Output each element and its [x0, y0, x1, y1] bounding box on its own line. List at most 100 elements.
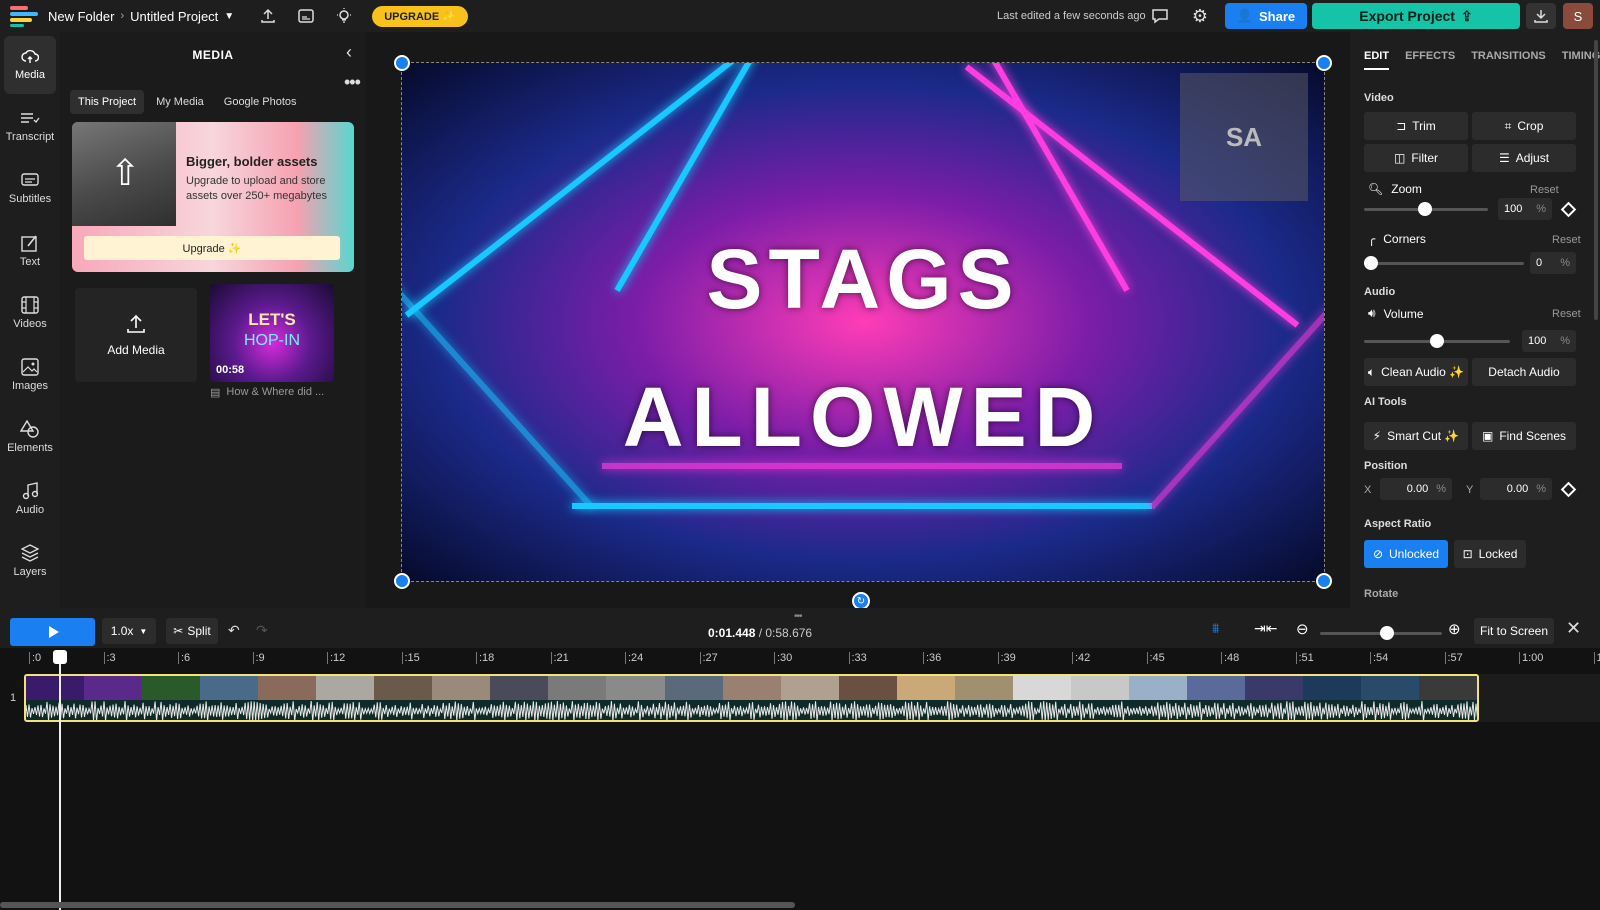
sidebar-item-images[interactable]: Images: [4, 346, 56, 404]
tab-transitions[interactable]: TRANSITIONS: [1471, 50, 1546, 70]
current-time: 0:01.448: [708, 626, 756, 640]
timeline-zoom-slider[interactable]: [1320, 626, 1442, 640]
sidebar-item-audio[interactable]: Audio: [4, 470, 56, 528]
add-media-button[interactable]: Add Media: [75, 288, 197, 382]
fit-timeline-icon[interactable]: ⇥⇤: [1254, 620, 1277, 637]
resize-handle-bottom-left[interactable]: [394, 573, 410, 589]
fit-to-screen-button[interactable]: Fit to Screen: [1474, 618, 1554, 644]
gear-icon[interactable]: ⚙: [1190, 6, 1210, 26]
breadcrumb-folder[interactable]: New Folder: [48, 9, 114, 24]
playhead[interactable]: [59, 650, 61, 910]
zoom-out-icon[interactable]: ⊖: [1296, 620, 1309, 638]
volume-reset[interactable]: Reset: [1552, 308, 1581, 320]
tab-this-project[interactable]: This Project: [70, 90, 145, 114]
corners-label: Corners: [1383, 232, 1426, 246]
tab-google-photos[interactable]: Google Photos: [216, 90, 305, 114]
project-name[interactable]: Untitled Project: [130, 9, 218, 24]
corners-value: 0: [1536, 257, 1543, 269]
crop-button[interactable]: ⌗ Crop: [1472, 112, 1576, 140]
subtitles-toggle-icon[interactable]: [296, 6, 316, 26]
lightbulb-icon[interactable]: [334, 6, 354, 26]
resize-handle-top-left[interactable]: [394, 55, 410, 71]
tab-edit[interactable]: EDIT: [1364, 50, 1390, 70]
corners-slider[interactable]: [1364, 256, 1524, 270]
chevron-down-icon[interactable]: ▼: [224, 11, 234, 22]
playhead-handle[interactable]: [53, 650, 67, 664]
app-logo[interactable]: [10, 6, 38, 27]
upgrade-button[interactable]: UPGRADE ✨: [372, 5, 468, 27]
avatar[interactable]: S: [1563, 3, 1593, 29]
collapse-panel-icon[interactable]: ‹: [346, 42, 352, 63]
detach-audio-button[interactable]: Detach Audio: [1472, 358, 1576, 386]
image-icon: [21, 358, 39, 376]
more-options-icon[interactable]: •••: [344, 72, 361, 93]
download-button[interactable]: [1526, 3, 1556, 29]
sidebar-item-layers[interactable]: Layers: [4, 532, 56, 590]
keyframe-icon[interactable]: [1560, 481, 1577, 498]
sidebar-item-text[interactable]: Text: [4, 222, 56, 280]
sidebar-item-media[interactable]: Media: [4, 36, 56, 94]
video-clip[interactable]: [24, 674, 1479, 722]
zoom-slider-knob[interactable]: [1418, 202, 1432, 216]
split-label: Split: [187, 624, 211, 638]
timeline-ruler[interactable]: :0:3:6:9:12:15:18:21:24:27:30:33:36:39:4…: [0, 648, 1600, 672]
unlocked-button[interactable]: ⊘ Unlocked: [1364, 540, 1448, 568]
media-thumbnail[interactable]: LET'S HOP-IN 00:58: [210, 284, 334, 382]
audio-waveform: [26, 700, 1477, 720]
corners-input[interactable]: 0%: [1530, 252, 1576, 274]
properties-scrollbar[interactable]: [1594, 40, 1598, 320]
zoom-reset[interactable]: Reset: [1530, 184, 1559, 196]
close-icon[interactable]: ✕: [1566, 618, 1581, 639]
corners-reset[interactable]: Reset: [1552, 234, 1581, 246]
video-preview[interactable]: SA STAGS ALLOWED: [401, 62, 1325, 582]
share-button[interactable]: 👤 Share: [1225, 3, 1307, 29]
sidebar-item-label: Transcript: [5, 131, 55, 143]
y-value: 0.00: [1506, 483, 1529, 495]
ruler-tick: :33: [848, 652, 867, 664]
timeline-zoom-knob[interactable]: [1380, 626, 1394, 640]
tab-my-media[interactable]: My Media: [148, 90, 212, 114]
zoom-input[interactable]: 100%: [1498, 198, 1552, 220]
comment-icon[interactable]: [1150, 6, 1170, 26]
split-button[interactable]: ✂ Split: [166, 618, 218, 644]
keyframe-icon[interactable]: [1560, 201, 1577, 218]
text-icon: [21, 235, 37, 252]
sidebar-item-videos[interactable]: Videos: [4, 284, 56, 342]
ruler-tick: :51: [1295, 652, 1314, 664]
smart-cut-button[interactable]: ⚡︎ Smart Cut ✨: [1364, 422, 1468, 450]
playback-speed-select[interactable]: 1.0x ▼: [102, 618, 156, 644]
redo-icon[interactable]: ↷: [256, 622, 268, 639]
position-y-input[interactable]: 0.00%: [1480, 478, 1552, 500]
adjust-button[interactable]: ☰ Adjust: [1472, 144, 1576, 172]
sliders-icon: ☰: [1498, 151, 1510, 165]
resize-grip-icon[interactable]: •••: [794, 611, 802, 622]
promo-upgrade-button[interactable]: Upgrade ✨: [84, 236, 340, 260]
locked-button[interactable]: ⊡ Locked: [1454, 540, 1526, 568]
export-project-button[interactable]: Export Project ⇪: [1312, 3, 1520, 29]
music-note-icon: [22, 482, 38, 500]
volume-input[interactable]: 100%: [1522, 330, 1576, 352]
zoom-in-icon[interactable]: ⊕: [1448, 620, 1461, 638]
zoom-slider[interactable]: [1364, 202, 1488, 216]
detach-audio-label: Detach Audio: [1488, 365, 1560, 379]
undo-icon[interactable]: ↶: [228, 622, 240, 639]
timeline-scrollbar[interactable]: [0, 902, 795, 908]
volume-slider[interactable]: [1364, 334, 1510, 348]
snap-icon[interactable]: ⩩: [1212, 620, 1219, 637]
find-scenes-button[interactable]: ▣ Find Scenes: [1472, 422, 1576, 450]
sidebar-item-subtitles[interactable]: Subtitles: [4, 160, 56, 218]
sidebar-item-elements[interactable]: Elements: [4, 408, 56, 466]
volume-slider-knob[interactable]: [1430, 334, 1444, 348]
resize-handle-bottom-right[interactable]: [1316, 573, 1332, 589]
sidebar-item-transcript[interactable]: Transcript: [4, 98, 56, 156]
corners-slider-knob[interactable]: [1364, 256, 1378, 270]
position-x-input[interactable]: 0.00%: [1380, 478, 1452, 500]
upload-icon[interactable]: [258, 6, 278, 26]
resize-handle-top-right[interactable]: [1316, 55, 1332, 71]
filter-button[interactable]: ◫ Filter: [1364, 144, 1468, 172]
trim-button[interactable]: ⊐ Trim: [1364, 112, 1468, 140]
tab-effects[interactable]: EFFECTS: [1405, 50, 1455, 70]
clean-audio-button[interactable]: 🔈︎ Clean Audio ✨: [1364, 358, 1468, 386]
play-button[interactable]: [10, 618, 95, 646]
trim-label: Trim: [1412, 119, 1436, 133]
